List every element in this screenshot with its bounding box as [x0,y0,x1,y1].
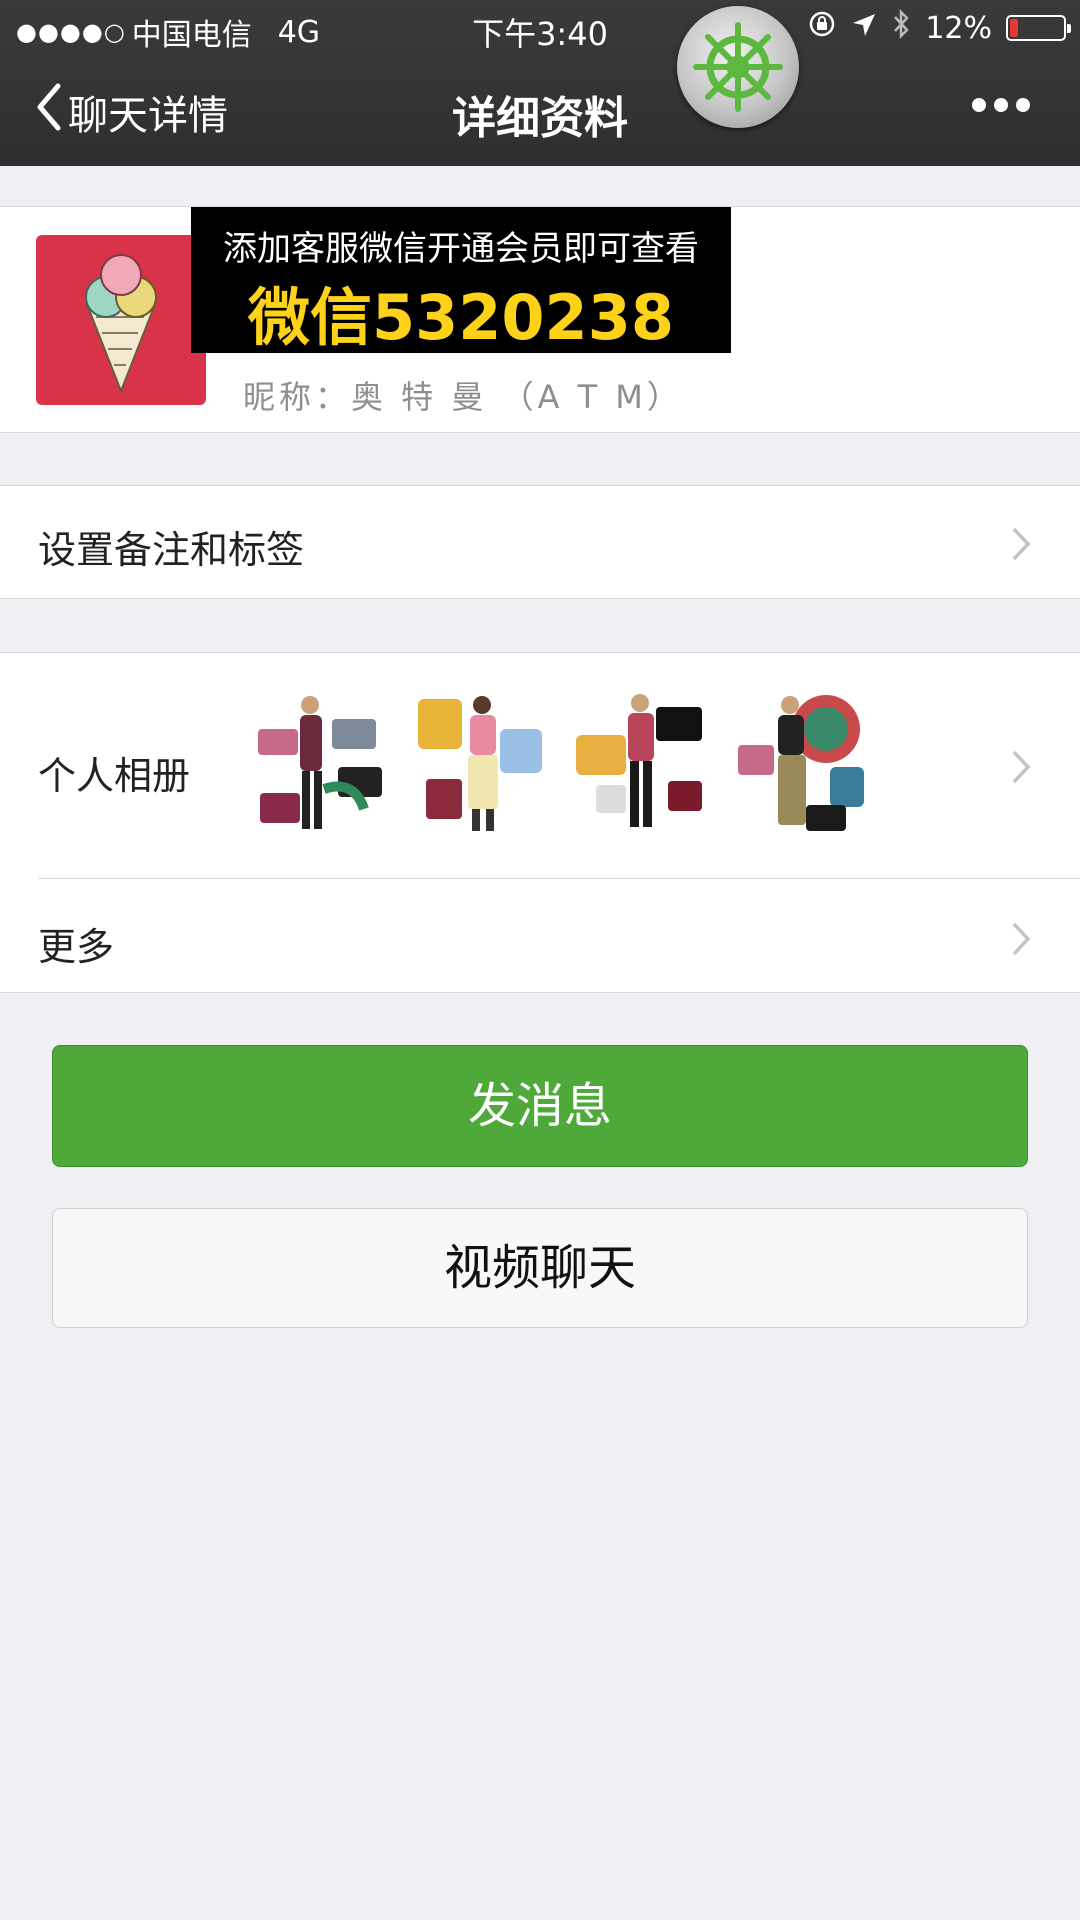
chevron-right-icon [1010,921,1032,961]
nickname: 昵称：奥 特 曼 （A T M） [243,378,683,416]
promo-overlay-banner: 添加客服微信开通会员即可查看 微信5320238 [191,207,731,354]
send-message-button[interactable]: 发消息 [52,1045,1028,1167]
page-title: 详细资料 [452,93,628,144]
top-bar: ●●●●○ 中国电信 4G 下午3:40 12% 聊天详情 详细资料 [0,0,1080,166]
remark-label: 设置备注和标签 [38,528,305,572]
navigation-bar: 聊天详情 详细资料 [0,60,1080,160]
bluetooth-icon [891,8,911,47]
remark-and-tags-row[interactable]: 设置备注和标签 [0,485,1080,599]
battery-percent: 12% [925,10,992,46]
more-options-button[interactable] [972,98,1030,112]
album-thumbnail [572,689,712,839]
promo-wechat-id: 微信5320238 [248,281,674,354]
promo-text: 添加客服微信开通会员即可查看 [223,229,699,269]
dot-icon [972,98,986,112]
album-thumbnail [734,689,874,839]
more-label: 更多 [38,925,115,969]
dot-icon [994,98,1008,112]
album-thumbnail [410,689,550,839]
video-chat-button[interactable]: 视频聊天 [52,1208,1028,1328]
battery-icon [1006,15,1071,41]
album-label: 个人相册 [38,754,191,798]
location-arrow-icon [851,11,877,46]
divider [38,878,1080,879]
profile-group: 个人相册 更多 [0,652,1080,993]
dot-icon [1016,98,1030,112]
chevron-right-icon [1010,749,1032,789]
status-bar: ●●●●○ 中国电信 4G 下午3:40 12% [0,0,1080,54]
rotation-lock-icon [807,9,837,47]
album-thumbnail [248,689,388,839]
chevron-right-icon [1010,526,1032,566]
ice-cream-icon [85,254,157,394]
avatar[interactable] [36,235,206,405]
